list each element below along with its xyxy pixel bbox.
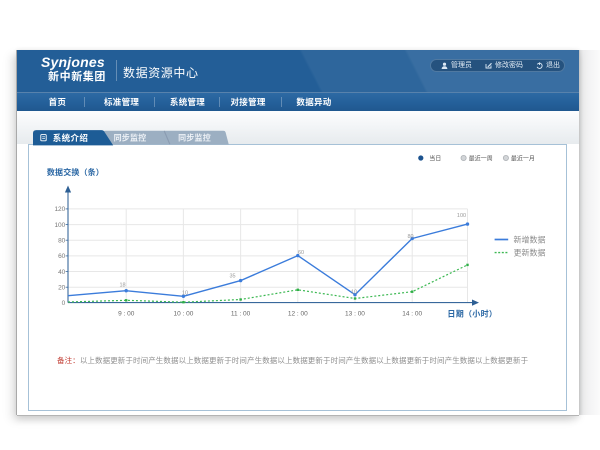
svg-text:35: 35 (229, 272, 235, 280)
svg-text:更新数据: 更新数据 (514, 248, 546, 259)
svg-text:11 : 00: 11 : 00 (231, 307, 251, 317)
svg-text:12 : 00: 12 : 00 (288, 307, 308, 317)
svg-text:100: 100 (54, 219, 65, 229)
svg-text:18: 18 (119, 281, 125, 289)
svg-text:9 : 00: 9 : 00 (118, 307, 135, 317)
svg-text:10 : 00: 10 : 00 (173, 307, 193, 317)
svg-text:日期（小时）: 日期（小时） (447, 308, 497, 319)
svg-text:新增数据: 新增数据 (514, 235, 546, 246)
svg-text:60: 60 (298, 248, 304, 256)
svg-text:60: 60 (58, 250, 66, 260)
svg-text:最近一月: 最近一月 (511, 153, 535, 162)
svg-text:80: 80 (58, 235, 66, 245)
svg-text:同步监控: 同步监控 (178, 133, 211, 144)
svg-text:10: 10 (182, 289, 188, 297)
svg-text:最近一周: 最近一周 (469, 153, 493, 162)
svg-text:当日: 当日 (429, 153, 441, 162)
svg-text:14 : 00: 14 : 00 (402, 307, 422, 317)
svg-text:数据交换（条）: 数据交换（条） (47, 167, 104, 178)
svg-text:13 : 00: 13 : 00 (345, 307, 365, 317)
svg-text:同步监控: 同步监控 (114, 133, 147, 144)
svg-text:40: 40 (58, 266, 66, 276)
svg-text:20: 20 (58, 282, 66, 292)
svg-text:系统介绍: 系统介绍 (53, 132, 89, 144)
svg-text:80: 80 (407, 232, 413, 240)
svg-text:10: 10 (351, 288, 357, 296)
svg-text:0: 0 (62, 297, 66, 307)
svg-text:120: 120 (54, 203, 65, 213)
svg-text:100: 100 (457, 211, 466, 219)
